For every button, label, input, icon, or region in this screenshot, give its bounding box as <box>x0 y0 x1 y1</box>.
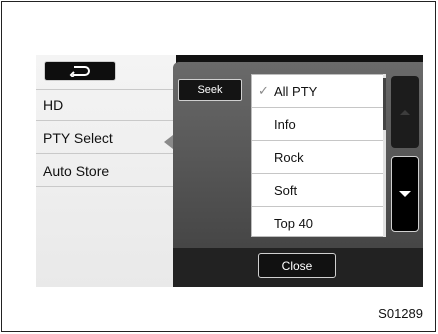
menu-item-label: PTY Select <box>43 129 113 146</box>
close-button[interactable]: Close <box>258 253 336 278</box>
list-item-label: Rock <box>274 149 304 165</box>
list-item-soft[interactable]: Soft <box>252 174 383 207</box>
close-label: Close <box>281 258 313 273</box>
list-item-top-40[interactable]: Top 40 <box>252 207 383 236</box>
list-item-label: All PTY <box>274 83 318 99</box>
seek-label: Seek <box>197 84 223 96</box>
list-item-label: Soft <box>274 182 298 198</box>
popup-footer: Close <box>173 248 423 287</box>
seek-button[interactable]: Seek <box>178 79 242 101</box>
menu-item-label: Auto Store <box>43 162 110 179</box>
pty-list: ✓ All PTY Info Rock Soft Top 40 <box>251 74 384 237</box>
menu-pane: HD PTY Select Auto Store <box>36 55 176 287</box>
list-item-rock[interactable]: Rock <box>252 141 383 174</box>
menu-item-hd[interactable]: HD <box>36 89 176 121</box>
display-screen: HD PTY Select Auto Store Seek ✓ All PTY … <box>36 55 423 287</box>
scrollbar-thumb[interactable] <box>383 78 386 130</box>
chevron-down-icon <box>399 191 411 197</box>
scrollbar[interactable] <box>383 74 386 237</box>
menu-item-pty-select[interactable]: PTY Select <box>36 122 176 154</box>
checkmark-icon: ✓ <box>258 83 269 98</box>
chevron-up-icon <box>400 109 410 115</box>
list-item-all-pty[interactable]: ✓ All PTY <box>252 75 383 108</box>
scroll-up-button[interactable] <box>391 76 419 148</box>
list-item-info[interactable]: Info <box>252 108 383 141</box>
pointer-left-icon <box>164 135 173 149</box>
scroll-down-button[interactable] <box>391 156 419 232</box>
back-button[interactable] <box>44 61 116 81</box>
menu-item-auto-store[interactable]: Auto Store <box>36 155 176 187</box>
back-arrow-icon <box>69 66 90 77</box>
menu-item-label: HD <box>43 97 64 113</box>
figure-code: S01289 <box>378 306 423 321</box>
list-item-label: Top 40 <box>274 215 314 231</box>
figure-frame: HD PTY Select Auto Store Seek ✓ All PTY … <box>1 1 436 332</box>
list-item-label: Info <box>274 116 296 132</box>
